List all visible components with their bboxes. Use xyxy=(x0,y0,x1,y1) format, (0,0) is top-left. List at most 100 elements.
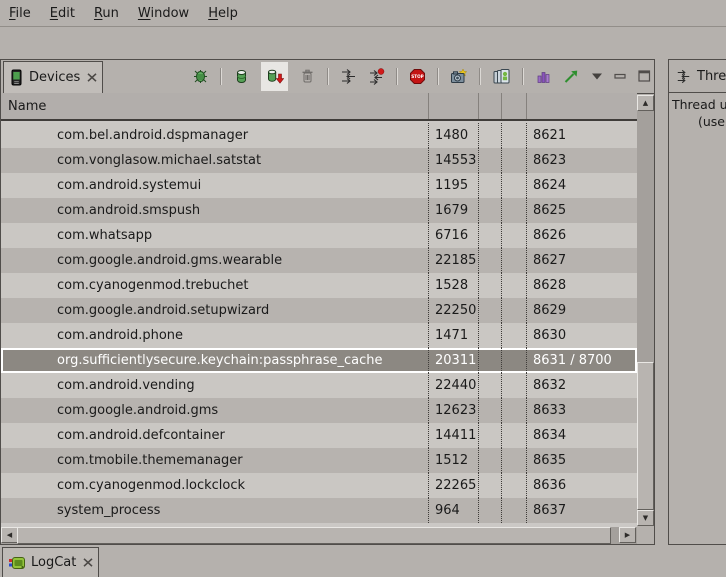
cell-blank xyxy=(502,248,527,273)
cell-blank xyxy=(479,348,502,373)
systrace-button[interactable] xyxy=(563,68,580,85)
view-hierarchy-button[interactable] xyxy=(492,68,511,85)
view-menu-icon[interactable] xyxy=(591,72,603,81)
column-header-pid[interactable] xyxy=(429,93,479,119)
column-header-name[interactable]: Name xyxy=(1,93,429,119)
horizontal-scrollbar[interactable]: ◀ ▶ xyxy=(1,527,637,544)
scroll-left-button[interactable]: ◀ xyxy=(1,527,18,543)
vertical-scrollbar-track[interactable] xyxy=(637,111,654,510)
cell-blank xyxy=(479,223,502,248)
opengl-trace-button[interactable] xyxy=(535,68,552,85)
menu-file[interactable]: File xyxy=(9,6,31,21)
table-row[interactable]: com.google.android.gms.wearable221858627 xyxy=(1,248,637,273)
table-row[interactable]: com.android.vending224408632 xyxy=(1,373,637,398)
stop-process-button[interactable]: STOP xyxy=(409,68,426,85)
debug-process-button[interactable] xyxy=(192,68,209,85)
vertical-scrollbar-thumb[interactable] xyxy=(637,362,654,510)
scroll-down-icon: ▼ xyxy=(643,514,648,522)
column-header-blank2[interactable] xyxy=(502,93,527,119)
cell-blank xyxy=(479,448,502,473)
dump-hprof-button[interactable] xyxy=(261,62,288,91)
menu-edit[interactable]: Edit xyxy=(50,6,75,21)
cause-gc-button[interactable] xyxy=(299,68,316,85)
cell-blank xyxy=(502,373,527,398)
process-name: com.bel.android.dspmanager xyxy=(1,123,429,148)
menu-run-label: un xyxy=(102,6,118,21)
horizontal-scrollbar-thumb[interactable] xyxy=(17,527,611,544)
screen-capture-button[interactable] xyxy=(450,68,468,85)
process-pid: 14553 xyxy=(429,148,479,173)
table-row[interactable]: com.whatsapp67168626 xyxy=(1,223,637,248)
process-pid: 1480 xyxy=(429,123,479,148)
table-row[interactable]: com.android.smspush16798625 xyxy=(1,198,637,223)
devices-view: Devices xyxy=(0,59,655,545)
scroll-right-button[interactable]: ▶ xyxy=(619,527,636,543)
table-row[interactable]: com.vonglasow.michael.satstat145538623 xyxy=(1,148,637,173)
process-pid: 20311 xyxy=(429,348,479,373)
process-name: com.cyanogenmod.trebuchet xyxy=(1,273,429,298)
cell-blank xyxy=(502,123,527,148)
update-heap-button[interactable] xyxy=(233,68,250,85)
cell-blank xyxy=(502,498,527,523)
process-port: 8625 xyxy=(527,198,637,223)
table-row[interactable]: com.tmobile.thememanager15128635 xyxy=(1,448,637,473)
process-name: org.sufficientlysecure.keychain:passphra… xyxy=(1,348,429,373)
tab-logcat[interactable]: LogCat xyxy=(2,547,99,577)
close-icon[interactable] xyxy=(83,558,93,567)
process-name: com.vonglasow.michael.satstat xyxy=(1,148,429,173)
threads-message-line2: (use toolbar button to enable) xyxy=(669,113,726,130)
table-row[interactable]: com.android.phone1471 8630 xyxy=(1,323,637,348)
process-port: 8634 xyxy=(527,423,637,448)
table-row[interactable]: com.cyanogenmod.lockclock222658636 xyxy=(1,473,637,498)
process-name: com.google.android.gms xyxy=(1,398,429,423)
menu-edit-label: dit xyxy=(58,6,75,21)
process-pid: 1471 xyxy=(429,323,479,348)
toolbar-separator xyxy=(396,68,398,85)
cell-blank xyxy=(479,173,502,198)
process-name: com.tmobile.thememanager xyxy=(1,448,429,473)
process-port: 8636 xyxy=(527,473,637,498)
tab-devices[interactable]: Devices xyxy=(3,61,103,93)
table-row[interactable]: com.android.defcontainer144118634 xyxy=(1,423,637,448)
scroll-up-button[interactable]: ▲ xyxy=(637,95,654,111)
logcat-icon xyxy=(8,555,26,571)
process-pid: 12623 xyxy=(429,398,479,423)
threads-message-line1: Thread updates not enabled for selected … xyxy=(669,96,726,113)
process-pid: 22265 xyxy=(429,473,479,498)
toolbar-separator xyxy=(327,68,329,85)
scroll-down-button[interactable]: ▼ xyxy=(637,510,654,526)
stop-sign-text: STOP xyxy=(411,74,424,79)
tab-threads[interactable]: Threads xyxy=(669,60,726,93)
column-header-port[interactable] xyxy=(527,93,637,119)
scroll-up-icon: ▲ xyxy=(643,99,648,107)
column-header-blank1[interactable] xyxy=(479,93,502,119)
close-icon[interactable] xyxy=(87,73,97,82)
table-row[interactable]: com.bel.android.dspmanager1480 8621 xyxy=(1,123,637,148)
cell-blank xyxy=(479,498,502,523)
menu-run[interactable]: Run xyxy=(94,6,119,21)
process-port: 8621 xyxy=(527,123,637,148)
table-row[interactable]: com.android.systemui11958624 xyxy=(1,173,637,198)
process-port: 8630 xyxy=(527,323,637,348)
menu-help-label: elp xyxy=(218,6,238,21)
update-threads-button[interactable] xyxy=(340,68,357,85)
vertical-scrollbar[interactable]: ▲ ▼ xyxy=(637,95,654,526)
menu-window[interactable]: Window xyxy=(138,6,189,21)
process-port: 8631 / 8700 xyxy=(527,348,637,373)
minimize-icon[interactable] xyxy=(614,71,627,82)
cell-blank xyxy=(479,148,502,173)
process-pid: 22440 xyxy=(429,373,479,398)
cell-blank xyxy=(479,373,502,398)
table-row[interactable]: com.google.android.gms126238633 xyxy=(1,398,637,423)
start-method-profiling-button[interactable] xyxy=(368,68,385,85)
menu-file-label: ile xyxy=(16,6,31,21)
table-row[interactable]: system_process9648637 xyxy=(1,498,637,523)
process-name: com.android.phone xyxy=(1,323,429,348)
cell-blank xyxy=(479,198,502,223)
maximize-icon[interactable] xyxy=(638,70,651,82)
process-name: com.google.android.gms.wearable xyxy=(1,248,429,273)
table-row[interactable]: com.google.android.setupwizard222508629 xyxy=(1,298,637,323)
table-row[interactable]: com.cyanogenmod.trebuchet15288628 xyxy=(1,273,637,298)
menu-help[interactable]: Help xyxy=(208,6,238,21)
table-row[interactable]: org.sufficientlysecure.keychain:passphra… xyxy=(1,348,637,373)
